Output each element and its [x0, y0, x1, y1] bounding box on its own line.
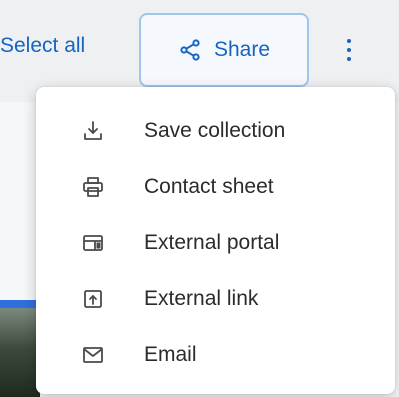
more-vertical-icon: [347, 39, 351, 43]
more-options-button[interactable]: [337, 30, 361, 70]
menu-item-external-link[interactable]: External link: [36, 271, 395, 327]
menu-item-label: External portal: [144, 231, 280, 254]
select-all-link[interactable]: Select all: [0, 34, 85, 58]
menu-item-label: Contact sheet: [144, 175, 274, 198]
printer-icon: [80, 174, 106, 200]
share-menu: Save collection Contact sheet External p…: [36, 87, 395, 394]
portal-icon: [80, 230, 106, 256]
share-label: Share: [213, 38, 271, 61]
menu-item-email[interactable]: Email: [36, 327, 395, 383]
share-button[interactable]: Share: [139, 13, 309, 87]
menu-item-save-collection[interactable]: Save collection: [36, 103, 395, 159]
download-icon: [80, 118, 106, 144]
menu-item-label: Email: [144, 343, 197, 366]
share-icon: [178, 38, 202, 62]
menu-item-contact-sheet[interactable]: Contact sheet: [36, 159, 395, 215]
menu-item-external-portal[interactable]: External portal: [36, 215, 395, 271]
menu-item-label: External link: [144, 287, 259, 310]
menu-item-label: Save collection: [144, 119, 286, 142]
selection-strip: [0, 300, 40, 308]
thumbnail-image[interactable]: [0, 308, 40, 397]
external-link-icon: [80, 286, 106, 312]
mail-icon: [80, 342, 106, 368]
